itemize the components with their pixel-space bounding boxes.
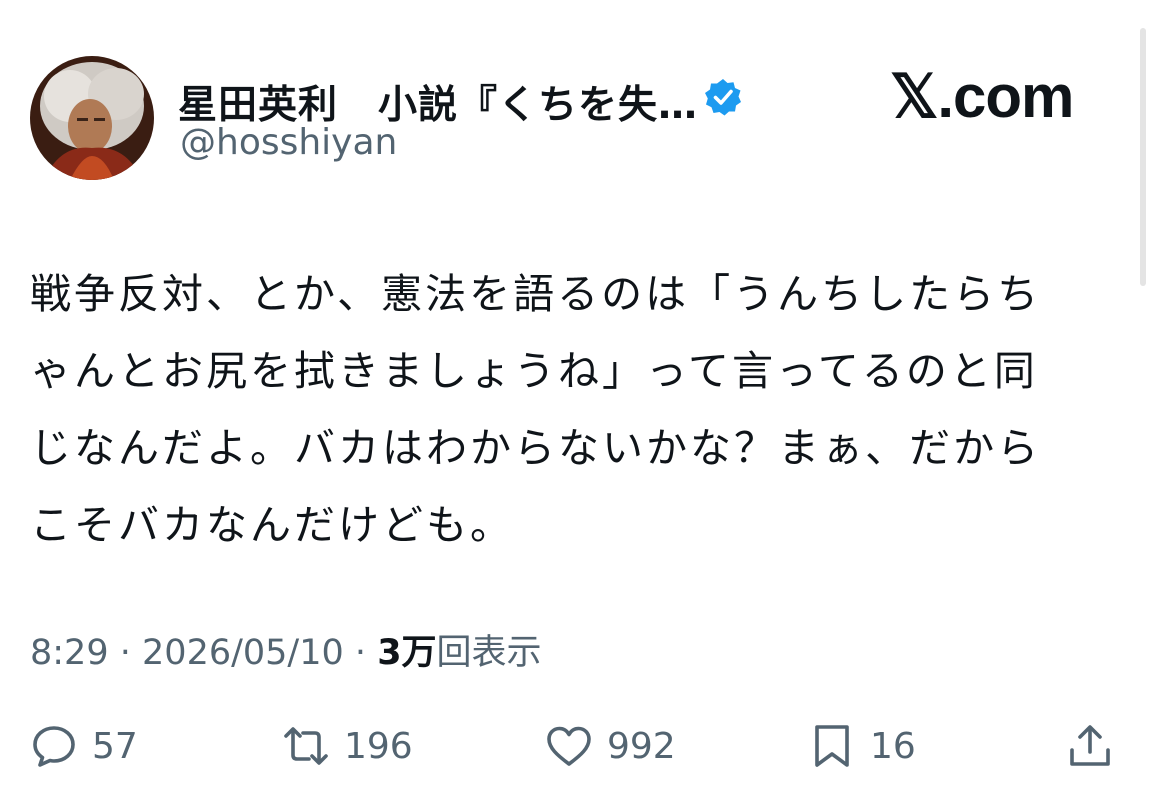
tweet-text: 戦争反対、とか、憲法を語るのは「うんちしたらち ゃんとお尻を拭きましょうね」って…	[30, 256, 1090, 564]
reply-count: 57	[92, 725, 138, 767]
meta-separator: ·	[354, 633, 367, 673]
meta-separator: ·	[119, 633, 131, 673]
like-count: 992	[607, 725, 676, 767]
action-bar: 57 196 992 16	[30, 716, 1120, 776]
author-handle[interactable]: @hosshiyan	[180, 122, 397, 163]
views-count: 3万	[377, 633, 437, 673]
scrollbar[interactable]	[1140, 28, 1146, 286]
share-button[interactable]	[1066, 716, 1114, 776]
x-com-logo: 𝕏.com	[890, 63, 1074, 130]
tweet-text-line: じなんだよ。バカはわからないかな？まぁ、だから	[30, 424, 1042, 472]
tweet-text-line: 戦争反対、とか、憲法を語るのは「うんちしたらち	[30, 270, 1042, 318]
tweet-screenshot: 星田英利 小説『くちを失… @hosshiyan 𝕏.com 戦争反対、とか、憲…	[0, 0, 1152, 799]
bookmark-icon	[815, 725, 849, 767]
tweet-text-line: ゃんとお尻を拭きましょうね」って言ってるのと同	[30, 347, 1038, 395]
reply-icon	[33, 726, 75, 767]
views-label: 回表示	[436, 633, 542, 673]
avatar[interactable]	[30, 56, 154, 180]
share-icon	[1070, 725, 1110, 766]
bookmark-button[interactable]: 16	[808, 716, 916, 776]
repost-count: 196	[344, 725, 413, 767]
like-button[interactable]: 992	[545, 716, 676, 776]
tweet-text-line: こそバカなんだけども。	[30, 501, 514, 549]
tweet-meta: 8:29 · 2026/05/10 · 3万回表示	[30, 624, 542, 675]
repost-button[interactable]: 196	[282, 716, 413, 776]
verified-badge-icon	[705, 79, 741, 116]
reply-button[interactable]: 57	[30, 716, 138, 776]
repost-icon	[284, 727, 328, 765]
heart-icon	[547, 726, 591, 766]
bookmark-count: 16	[870, 725, 916, 767]
tweet-date[interactable]: 2026/05/10	[142, 633, 344, 673]
tweet-time[interactable]: 8:29	[30, 633, 109, 673]
